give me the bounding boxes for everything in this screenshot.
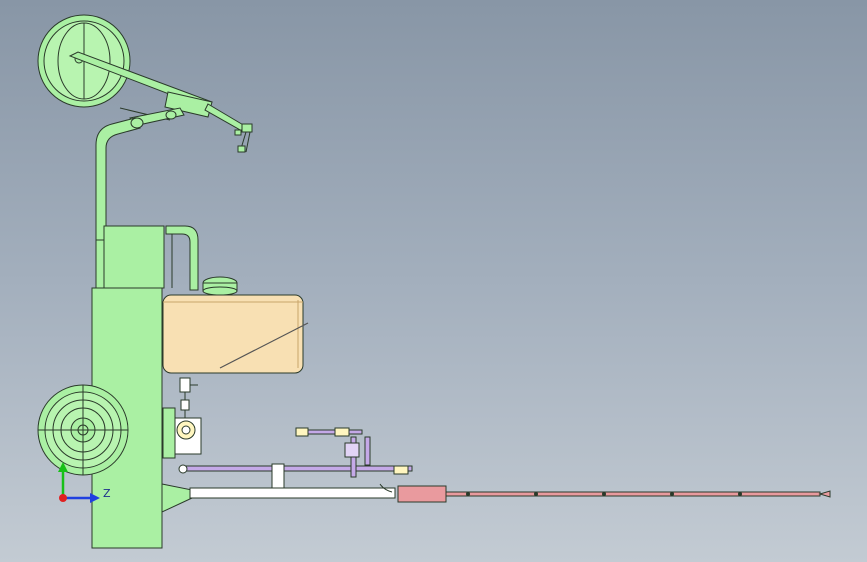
pump-unit	[162, 377, 202, 459]
x-axis-dot	[59, 494, 67, 502]
rear-wheel	[37, 384, 129, 476]
assembly-drawing: Z	[37, 14, 831, 549]
tank-filler-cap	[202, 276, 238, 296]
pipework	[178, 427, 413, 493]
z-axis-label: Z	[103, 487, 111, 500]
cad-viewport[interactable]: Z	[0, 0, 867, 562]
spray-lance	[161, 483, 831, 513]
tank	[162, 294, 309, 374]
